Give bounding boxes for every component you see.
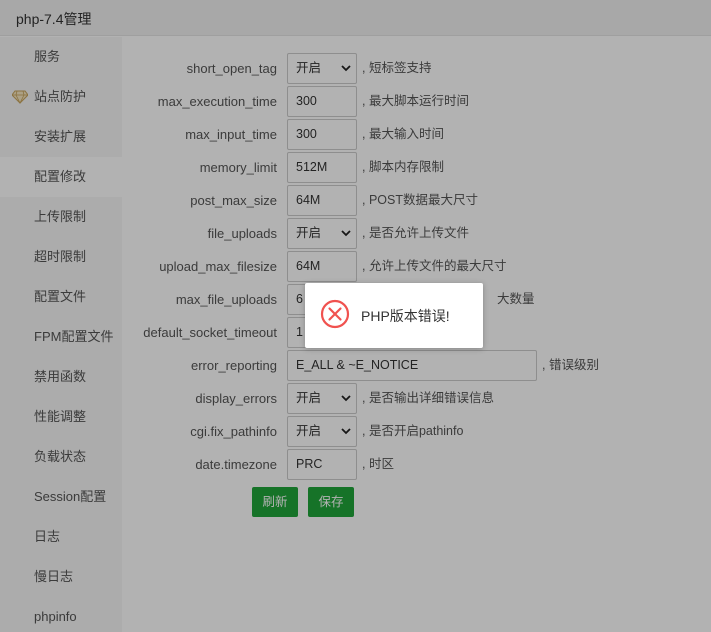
error-toast: PHP版本错误! <box>305 283 483 348</box>
error-circle-icon <box>320 299 350 329</box>
toast-message: PHP版本错误! <box>361 308 450 324</box>
